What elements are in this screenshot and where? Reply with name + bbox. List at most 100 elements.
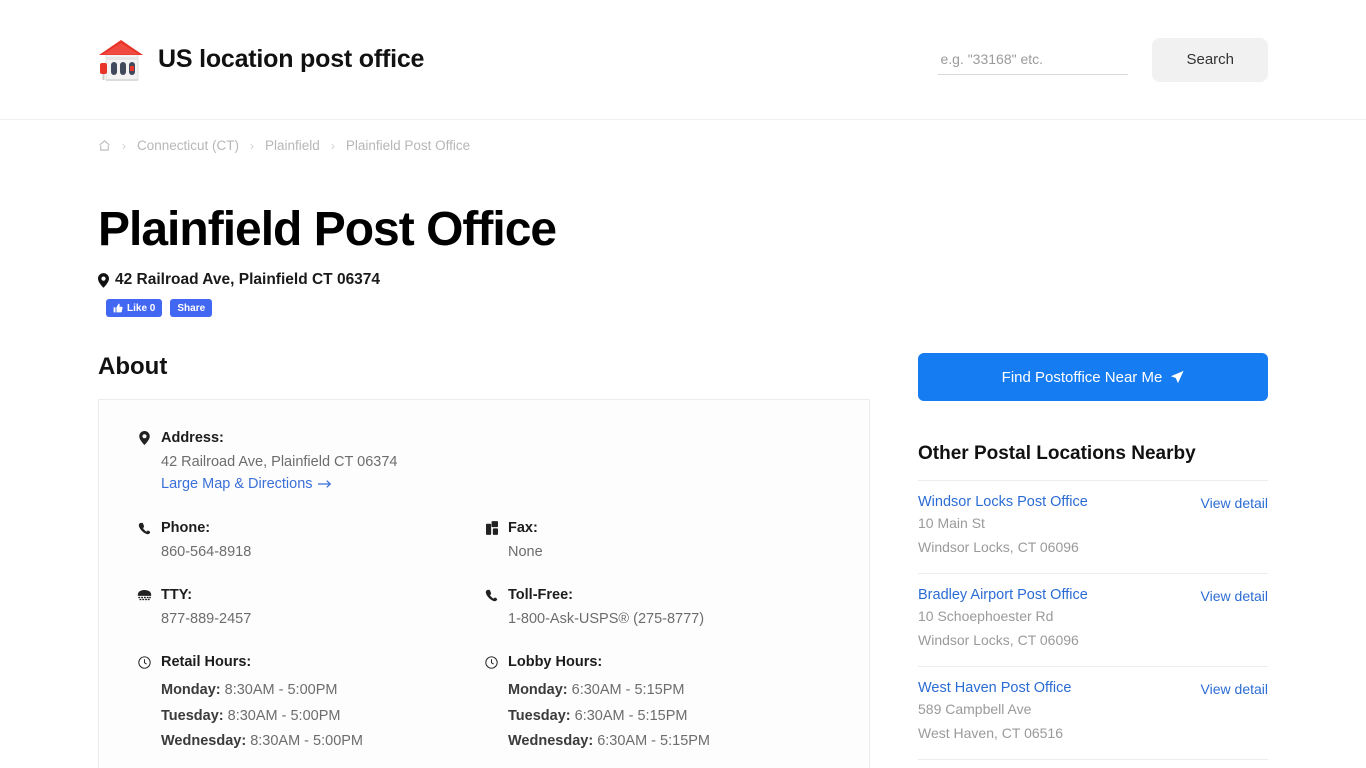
info-fax-label-row: Fax: [484, 520, 831, 536]
nearby-street: 10 Main St [918, 515, 985, 532]
search-button[interactable]: Search [1152, 37, 1268, 82]
nearby-heading: Other Postal Locations Nearby [918, 443, 1196, 465]
nearby-street: 10 Schoephoester Rd [918, 608, 1054, 625]
nearby-info: West Haven Post Office 589 Campbell Ave … [918, 680, 1071, 744]
hours-day: Wednesday: [508, 733, 594, 750]
hours-time: 8:30AM - 5:00PM [224, 682, 338, 699]
info-fax-value: None [508, 544, 543, 561]
breadcrumb-separator: › [122, 138, 126, 153]
breadcrumb-separator: › [250, 138, 255, 153]
hero-address: 42 Railroad Ave, Plainfield CT 06374 [98, 271, 1268, 289]
hours-row: Wednesday: 8:30AM - 5:00PM [161, 729, 484, 755]
breadcrumb-home-link[interactable] [98, 139, 111, 152]
clock-icon [137, 656, 152, 669]
about-column: About Address: 42 Railroad Ave, Plainfie… [98, 353, 870, 768]
info-phone-label-row: Phone: [137, 520, 484, 536]
hours-day: Wednesday: [161, 733, 247, 750]
retail-hours-list: Monday: 8:30AM - 5:00PM Tuesday: 8:30AM … [137, 678, 484, 755]
breadcrumb-item-current: Plainfield Post Office [345, 138, 471, 153]
hours-row: Monday: 6:30AM - 5:15PM [508, 678, 831, 704]
hours-time: 8:30AM - 5:00PM [227, 707, 341, 724]
list-item[interactable]: Baybrook Station Post Office View detail [918, 759, 1268, 768]
info-tty-value: 877-889-2457 [161, 611, 252, 628]
info-address-label-row: Address: [137, 430, 831, 446]
site-header: US location post office Search [0, 0, 1366, 120]
nearby-name-link[interactable]: Windsor Locks Post Office [918, 494, 1088, 510]
info-toll-free-value: 1-800-Ask-USPS® (275-8777) [508, 611, 705, 628]
nearby-info: Windsor Locks Post Office 10 Main St Win… [918, 494, 1088, 558]
breadcrumb-item-state[interactable]: Connecticut (CT) [137, 138, 239, 153]
page-body: › Connecticut (CT) › Plainfield › Plainf… [0, 120, 1366, 768]
nearby-citystate: West Haven, CT 06516 [918, 725, 1064, 742]
facebook-like-label: Like 0 [127, 302, 156, 314]
content-columns: About Address: 42 Railroad Ave, Plainfie… [98, 317, 1268, 768]
hours-time: 6:30AM - 5:15PM [571, 682, 685, 699]
search-input[interactable] [938, 44, 1129, 75]
about-heading: About [98, 353, 168, 381]
phone-icon [484, 589, 499, 602]
hours-day: Monday: [508, 682, 568, 699]
info-address: Address: 42 Railroad Ave, Plainfield CT … [137, 430, 831, 493]
sidebar: Find Postoffice Near Me Other Postal Loc… [918, 353, 1268, 768]
view-detail-link[interactable]: View detail [1189, 587, 1268, 604]
hours-day: Tuesday: [161, 707, 224, 724]
info-toll-free-label: Toll-Free: [508, 587, 573, 604]
hours-row: Monday: 8:30AM - 5:00PM [161, 678, 484, 704]
info-fax-label: Fax: [508, 520, 538, 537]
phone-icon [137, 522, 152, 535]
lobby-hours-list: Monday: 6:30AM - 5:15PM Tuesday: 6:30AM … [484, 678, 831, 755]
view-detail-link[interactable]: View detail [1189, 494, 1268, 511]
info-lobby-hours: Lobby Hours: Monday: 6:30AM - 5:15PM Tue… [484, 654, 831, 755]
info-tty: TTY: 877-889-2457 [137, 587, 484, 627]
hero-address-text: 42 Railroad Ave, Plainfield CT 06374 [115, 271, 381, 289]
nearby-name-link[interactable]: West Haven Post Office [918, 680, 1071, 696]
map-pin-icon [98, 273, 109, 288]
find-postoffice-near-me-label: Find Postoffice Near Me [1001, 368, 1163, 386]
info-fax: Fax: None [484, 520, 831, 560]
facebook-buttons: Like 0 Share [106, 299, 1268, 318]
info-tty-label: TTY: [161, 587, 193, 604]
facebook-share-label: Share [177, 302, 206, 314]
thumbs-up-icon [113, 304, 123, 313]
hours-row: Wednesday: 6:30AM - 5:15PM [508, 729, 831, 755]
list-item[interactable]: Windsor Locks Post Office 10 Main St Win… [918, 480, 1268, 558]
large-map-directions-link[interactable]: Large Map & Directions [161, 476, 332, 492]
tty-icon [137, 589, 152, 601]
fax-icon [484, 521, 499, 536]
info-lobby-hours-label: Lobby Hours: [508, 654, 603, 671]
hero-block: Plainfield Post Office 42 Railroad Ave, … [98, 153, 1268, 318]
nearby-name-link[interactable]: Bradley Airport Post Office [918, 587, 1088, 603]
page-title: Plainfield Post Office [98, 203, 557, 256]
brand-title: US location post office [158, 45, 425, 73]
facebook-share-button[interactable]: Share [170, 299, 213, 318]
hours-day: Tuesday: [508, 707, 571, 724]
list-item[interactable]: West Haven Post Office 589 Campbell Ave … [918, 666, 1268, 744]
navigation-arrow-icon [1171, 371, 1184, 384]
info-retail-hours-label: Retail Hours: [161, 654, 252, 671]
info-retail-hours: Retail Hours: Monday: 8:30AM - 5:00PM Tu… [137, 654, 484, 755]
info-toll-free-label-row: Toll-Free: [484, 587, 831, 603]
breadcrumb-item-city[interactable]: Plainfield [265, 138, 320, 153]
view-detail-link[interactable]: View detail [1189, 680, 1268, 697]
nearby-street: 589 Campbell Ave [918, 701, 1032, 718]
brand-logo-link[interactable]: US location post office [98, 36, 424, 84]
info-lobby-hours-label-row: Lobby Hours: [484, 654, 831, 670]
large-map-directions-label: Large Map & Directions [161, 476, 313, 493]
facebook-like-button[interactable]: Like 0 [106, 299, 163, 318]
info-phone-value: 860-564-8918 [161, 544, 252, 561]
info-toll-free: Toll-Free: 1-800-Ask-USPS® (275-8777) [484, 587, 831, 627]
find-postoffice-near-me-button[interactable]: Find Postoffice Near Me [918, 353, 1268, 402]
nearby-info: Bradley Airport Post Office 10 Schoephoe… [918, 587, 1088, 651]
info-grid: Address: 42 Railroad Ave, Plainfield CT … [137, 430, 831, 755]
post-office-building-icon [99, 39, 143, 81]
nearby-citystate: Windsor Locks, CT 06096 [918, 632, 1079, 649]
info-tty-label-row: TTY: [137, 587, 484, 603]
clock-icon [484, 656, 499, 669]
info-phone-label: Phone: [161, 520, 211, 537]
map-pin-icon [137, 431, 152, 446]
search-area: Search [938, 37, 1268, 82]
home-icon [99, 140, 110, 151]
list-item[interactable]: Bradley Airport Post Office 10 Schoephoe… [918, 573, 1268, 651]
nearby-citystate: Windsor Locks, CT 06096 [918, 539, 1079, 556]
hours-day: Monday: [161, 682, 221, 699]
